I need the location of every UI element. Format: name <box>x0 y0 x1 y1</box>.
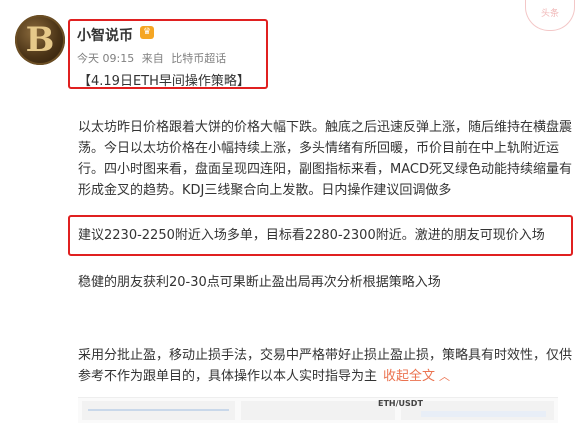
disclaimer-paragraph: 采用分批止盈，移动止损手法，交易中严格带好止损止盈止损，策略具有时效性，仅供参考… <box>78 345 576 387</box>
thumbnail-label: ETH/USDT <box>378 399 423 408</box>
thumbnail-column <box>400 401 554 420</box>
author-name[interactable]: 小智说币 <box>77 25 133 45</box>
chevron-up-icon[interactable]: ︿ <box>439 370 450 383</box>
post-title: 【4.19日ETH早间操作策略】 <box>78 74 250 89</box>
stamp-watermark: 头条 <box>525 0 575 31</box>
disclaimer-text: 采用分批止盈，移动止损手法，交易中严格带好止损止盈止损，策略具有时效性，仅供参考… <box>78 348 573 384</box>
analysis-paragraph: 以太坊昨日价格跟着大饼的价格大幅下跌。触底之后迅速反弹上涨，随后维持在横盘震荡。… <box>78 120 573 198</box>
source-link[interactable]: 比特币超话 <box>171 52 226 65</box>
stop-rule-paragraph: 稳健的朋友获利20-30点可果断止盈出局再次分析根据策略入场 <box>78 275 441 290</box>
chart-thumbnail[interactable] <box>78 397 558 423</box>
post-meta: 今天 09:15 来自 比特币超话 <box>77 50 230 66</box>
avatar-letter: B <box>25 20 55 60</box>
vip-crown-icon: ♛ <box>140 26 154 39</box>
thumbnail-column <box>82 401 236 420</box>
suggestion-paragraph: 建议2230-2250附近入场多单，目标看2280-2300附近。激进的朋友可现… <box>78 228 545 243</box>
avatar[interactable]: B <box>15 15 65 65</box>
post-time[interactable]: 今天 09:15 <box>77 52 134 65</box>
collapse-full-text-link[interactable]: 收起全文 <box>383 369 435 384</box>
thumbnail-column <box>241 401 395 420</box>
source-prefix: 来自 <box>141 52 164 65</box>
